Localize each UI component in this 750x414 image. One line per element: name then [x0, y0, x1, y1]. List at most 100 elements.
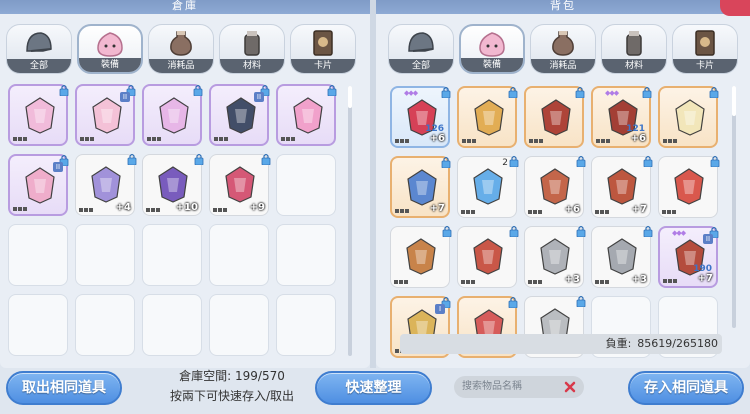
warehouse-scrollbar[interactable] [348, 86, 352, 356]
take-same-items-button[interactable]: 取出相同道具 [6, 371, 122, 405]
backpack-item-slot[interactable] [524, 83, 585, 148]
backpack-item-slot[interactable] [457, 225, 519, 288]
slot-dots [528, 280, 542, 284]
lock-icon[interactable] [643, 152, 653, 168]
warehouse-item-slot[interactable]: +4 [75, 153, 137, 216]
warehouse-tab-3[interactable]: 材料 [219, 24, 285, 74]
backpack-tab-3[interactable]: 材料 [601, 24, 667, 74]
backpack-scrollbar[interactable] [732, 86, 736, 328]
lock-icon[interactable] [576, 222, 586, 238]
warehouse-empty-slot[interactable] [142, 224, 202, 286]
lock-icon[interactable] [194, 150, 204, 166]
warehouse-item-slot[interactable]: II [8, 154, 69, 216]
lock-icon[interactable] [127, 150, 137, 166]
storage-value: 199/570 [235, 369, 285, 383]
backpack-item-slot[interactable]: +3 [591, 225, 653, 288]
weight-display: 負重: 85619/265180 [400, 334, 722, 354]
refine-level: +3 [631, 274, 647, 285]
refine-level: +9 [249, 202, 265, 213]
lock-icon[interactable] [575, 83, 585, 99]
backpack-item-slot[interactable]: +3 [524, 225, 586, 288]
lock-icon[interactable] [709, 83, 719, 99]
gold-shield-icon [469, 97, 509, 137]
warehouse-item-slot[interactable] [8, 81, 69, 146]
backpack-item-slot[interactable]: ◆◆◆ 121 +6 [591, 83, 652, 148]
backpack-item-slot[interactable]: +6 [524, 155, 586, 218]
tab-label: 全部 [389, 59, 453, 73]
pink-robe-icon [20, 95, 60, 135]
warehouse-item-slot[interactable] [142, 81, 203, 146]
material-jar-icon [618, 29, 650, 57]
lock-icon[interactable] [327, 81, 337, 97]
warehouse-item-slot[interactable] [276, 81, 337, 146]
backpack-item-slot[interactable] [658, 83, 719, 148]
lock-icon[interactable] [261, 150, 271, 166]
slot-dots [13, 137, 27, 141]
warehouse-tab-4[interactable]: 卡片 [290, 24, 356, 74]
lock-icon[interactable] [441, 83, 451, 99]
warehouse-empty-slot[interactable] [276, 294, 336, 356]
warehouse-empty-slot[interactable] [75, 224, 135, 286]
warehouse-empty-slot[interactable] [276, 154, 336, 216]
lock-icon[interactable] [509, 152, 519, 168]
backpack-item-slot[interactable]: ◆◆◆ 126 +6 [390, 83, 451, 148]
lock-icon[interactable] [441, 153, 451, 169]
store-same-items-button[interactable]: 存入相同道具 [628, 371, 744, 405]
warehouse-item-slot[interactable]: II [75, 84, 136, 146]
refine-level: +7 [429, 203, 445, 214]
warehouse-tab-1[interactable]: 裝備 [77, 24, 143, 74]
blue-shield-icon [402, 167, 442, 207]
tier-badge: II [703, 234, 713, 244]
potion-icon [165, 29, 197, 57]
lock-icon[interactable] [59, 81, 69, 97]
clear-search-icon[interactable] [563, 380, 577, 394]
warehouse-item-slot[interactable]: II [209, 84, 270, 146]
backpack-item-slot[interactable]: 2 [457, 155, 519, 218]
warehouse-empty-slot[interactable] [75, 294, 135, 356]
warehouse-tab-2[interactable]: 消耗品 [148, 24, 214, 74]
lock-icon[interactable] [193, 81, 203, 97]
lock-icon[interactable] [508, 83, 518, 99]
lock-icon[interactable] [710, 152, 720, 168]
lock-icon[interactable] [442, 222, 452, 238]
storage-info: 倉庫空間: 199/570 按兩下可快速存入/取出 [152, 366, 312, 406]
backpack-scroll-thumb[interactable] [732, 86, 736, 116]
backpack-panel: 背包 全部 裝備 消耗品 材料 卡片 ◆◆◆ 126 +6 ◆◆◆ 121 +6 +7 2 +6 +7 +3… [376, 0, 750, 368]
backpack-item-slot[interactable]: +7 [591, 155, 653, 218]
backpack-tab-1[interactable]: 裝備 [459, 24, 525, 74]
backpack-item-slot[interactable] [457, 83, 518, 148]
warehouse-empty-slot[interactable] [142, 294, 202, 356]
lock-icon[interactable] [642, 83, 652, 99]
warehouse-tab-0[interactable]: 全部 [6, 24, 72, 74]
lock-icon[interactable] [508, 293, 518, 309]
warehouse-empty-slot[interactable] [209, 294, 269, 356]
quick-sort-button[interactable]: 快速整理 [315, 371, 432, 405]
item-search-input[interactable]: 搜索物品名稱 [454, 376, 584, 398]
tier-badge: II [53, 162, 63, 172]
backpack-tab-2[interactable]: 消耗品 [530, 24, 596, 74]
lock-icon[interactable] [576, 292, 586, 308]
lock-icon[interactable] [576, 152, 586, 168]
iron-boots-icon [535, 236, 575, 276]
warehouse-empty-slot[interactable] [276, 224, 336, 286]
backpack-tab-0[interactable]: 全部 [388, 24, 454, 74]
backpack-item-slot[interactable] [658, 155, 720, 218]
close-button[interactable] [720, 0, 750, 16]
warehouse-scroll-thumb[interactable] [348, 86, 352, 108]
warehouse-empty-slot[interactable] [8, 294, 68, 356]
warehouse-empty-slot[interactable] [209, 224, 269, 286]
backpack-tab-4[interactable]: 卡片 [672, 24, 738, 74]
tab-label: 消耗品 [531, 59, 595, 73]
warehouse-item-slot[interactable]: +9 [209, 153, 271, 216]
backpack-item-slot[interactable]: ◆◆◆ II 190 +7 [658, 226, 719, 288]
refine-level: +3 [564, 274, 580, 285]
lock-icon[interactable] [509, 222, 519, 238]
backpack-item-slot[interactable] [390, 225, 452, 288]
warehouse-item-slot[interactable]: +10 [142, 153, 204, 216]
card-icon [689, 29, 721, 57]
slingshot-icon [401, 236, 441, 276]
backpack-item-slot[interactable]: +7 [390, 153, 451, 218]
warehouse-empty-slot[interactable] [8, 224, 68, 286]
lock-icon[interactable] [643, 222, 653, 238]
refine-level: +7 [697, 273, 713, 284]
